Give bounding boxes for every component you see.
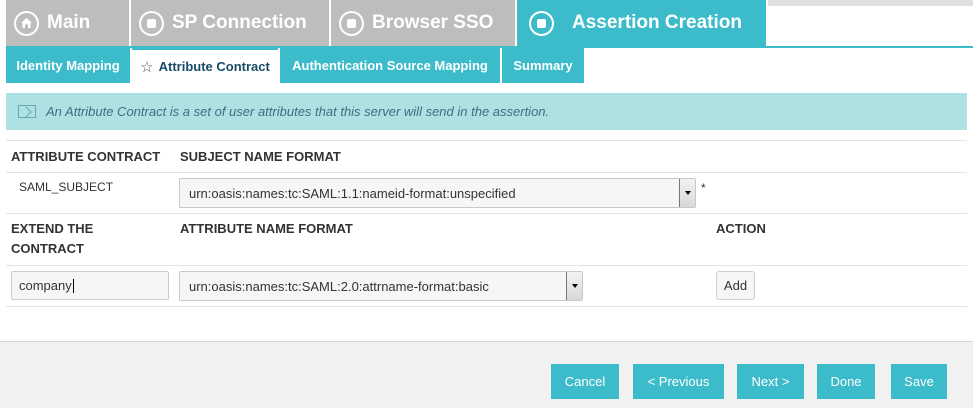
home-icon [14, 10, 39, 36]
attribute-contract-header: ATTRIBUTE CONTRACT [11, 149, 161, 164]
subject-name-format-select[interactable]: urn:oasis:names:tc:SAML:1.1:nameid-forma… [179, 178, 696, 208]
tab-assertion-creation[interactable]: Assertion Creation [517, 0, 766, 46]
wizard-top-tabs: Main SP Connection Browser SSO Assertion… [6, 0, 768, 46]
tab-browser-sso-label: Browser SSO [372, 12, 494, 33]
step-icon [139, 10, 164, 36]
action-header: ACTION [716, 221, 766, 236]
top-tabs-filler [768, 0, 973, 6]
tab-sp-connection-label: SP Connection [172, 12, 307, 33]
tab-main-label: Main [47, 12, 91, 33]
tab-identity-mapping[interactable]: Identity Mapping [6, 48, 130, 83]
divider [6, 306, 967, 307]
divider [6, 265, 967, 266]
attribute-name-format-select[interactable]: urn:oasis:names:tc:SAML:2.0:attrname-for… [179, 271, 583, 301]
saml-subject-label: SAML_SUBJECT [19, 180, 114, 194]
wizard-sub-tabs: Identity Mapping ☆ Attribute Contract Au… [6, 48, 586, 83]
tab-attribute-contract-label: Attribute Contract [158, 59, 270, 74]
tab-summary[interactable]: Summary [502, 48, 584, 83]
tab-attribute-contract[interactable]: ☆ Attribute Contract [132, 48, 278, 83]
footer-bar: Cancel < Previous Next > Done Save [0, 341, 973, 408]
extend-contract-header-line2: CONTRACT [11, 241, 84, 256]
subject-name-format-header: SUBJECT NAME FORMAT [180, 149, 341, 164]
info-text: An Attribute Contract is a set of user a… [46, 104, 550, 119]
tab-browser-sso[interactable]: Browser SSO [331, 0, 515, 46]
divider [6, 140, 967, 141]
previous-button[interactable]: < Previous [633, 364, 724, 399]
tab-main[interactable]: Main [6, 0, 129, 46]
info-banner: An Attribute Contract is a set of user a… [6, 93, 967, 130]
text-caret [72, 278, 74, 293]
extend-attribute-value: company [19, 278, 72, 293]
divider [6, 213, 967, 214]
divider [6, 172, 967, 173]
step-icon [339, 10, 364, 36]
next-button[interactable]: Next > [737, 364, 804, 399]
chevron-down-icon[interactable] [679, 179, 695, 207]
extend-contract-header: EXTEND THE CONTRACT [11, 219, 93, 259]
save-button[interactable]: Save [891, 364, 947, 399]
info-icon [18, 105, 36, 118]
done-button[interactable]: Done [817, 364, 875, 399]
cancel-button[interactable]: Cancel [551, 364, 619, 399]
chevron-down-icon[interactable] [566, 272, 582, 300]
tab-assertion-creation-label: Assertion Creation [572, 12, 742, 33]
extend-contract-header-line1: EXTEND THE [11, 221, 94, 236]
required-marker: * [701, 181, 706, 195]
attribute-name-format-value: urn:oasis:names:tc:SAML:2.0:attrname-for… [189, 278, 489, 294]
add-button[interactable]: Add [716, 271, 755, 300]
step-icon [529, 10, 554, 36]
attribute-name-format-header: ATTRIBUTE NAME FORMAT [180, 221, 353, 236]
subject-name-format-value: urn:oasis:names:tc:SAML:1.1:nameid-forma… [189, 185, 516, 201]
tab-sp-connection[interactable]: SP Connection [131, 0, 329, 46]
star-icon: ☆ [140, 58, 154, 76]
extend-attribute-input[interactable]: company [11, 271, 169, 300]
tab-authentication-source-mapping[interactable]: Authentication Source Mapping [280, 48, 500, 83]
